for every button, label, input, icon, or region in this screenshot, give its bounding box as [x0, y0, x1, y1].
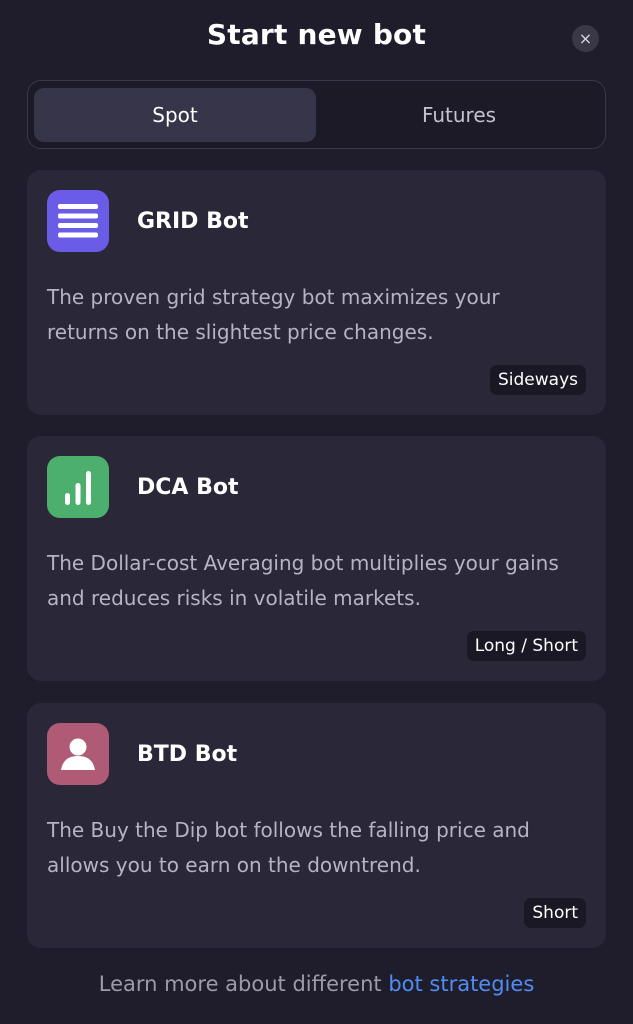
bot-card-description: The Dollar-cost Averaging bot multiplies…	[47, 551, 559, 610]
modal-header: Start new bot ×	[0, 0, 633, 72]
start-new-bot-modal: Start new bot × Spot Futures GRID Bot Th…	[0, 0, 633, 1024]
market-type-tabs: Spot Futures	[27, 80, 606, 149]
footer-text: Learn more about different	[98, 972, 389, 996]
grid-lines-icon	[47, 190, 109, 252]
market-condition-badge: Long / Short	[466, 631, 586, 661]
bot-card-title: GRID Bot	[137, 209, 249, 234]
bot-card-title: BTD Bot	[137, 742, 238, 767]
bar-chart-icon	[47, 456, 109, 518]
market-condition-badge: Sideways	[489, 365, 586, 395]
bot-card-title: DCA Bot	[137, 475, 239, 500]
close-icon: ×	[578, 29, 593, 48]
bot-strategies-link[interactable]: bot strategies	[388, 972, 534, 996]
tab-spot[interactable]: Spot	[34, 88, 316, 142]
bot-card-btd[interactable]: BTD Bot The Buy the Dip bot follows the …	[27, 703, 606, 948]
tab-futures[interactable]: Futures	[318, 88, 600, 142]
market-condition-badge: Short	[524, 898, 586, 928]
modal-title: Start new bot	[206, 18, 427, 51]
person-icon	[47, 723, 109, 785]
footer-learn-more: Learn more about different bot strategie…	[0, 972, 633, 996]
bot-card-dca[interactable]: DCA Bot The Dollar-cost Averaging bot mu…	[27, 436, 606, 681]
bot-card-description: The proven grid strategy bot maximizes y…	[47, 285, 500, 344]
close-button[interactable]: ×	[572, 25, 599, 52]
bot-card-grid[interactable]: GRID Bot The proven grid strategy bot ma…	[27, 170, 606, 415]
bot-card-description: The Buy the Dip bot follows the falling …	[47, 818, 530, 877]
